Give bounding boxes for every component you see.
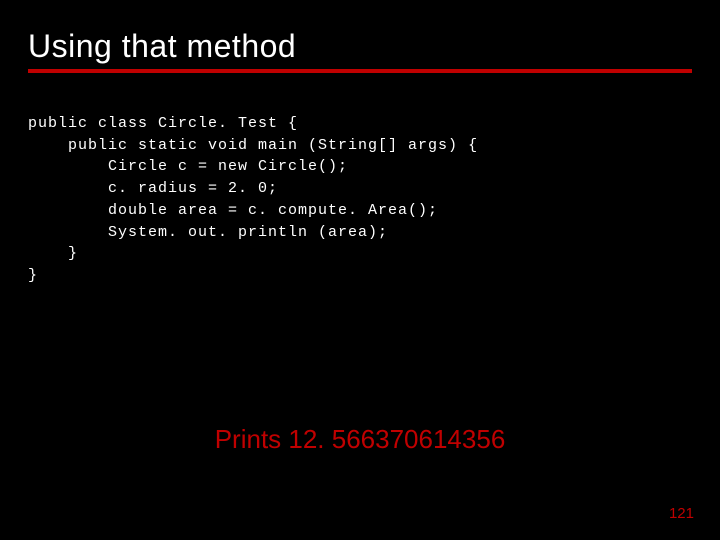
code-line: public class Circle. Test { [28,115,298,132]
code-line: Circle c = new Circle(); [28,158,348,175]
title-underline [28,69,692,73]
page-number: 121 [669,505,694,522]
output-text: Prints 12. 566370614356 [0,424,720,455]
slide: Using that method public class Circle. T… [0,0,720,540]
code-line: public static void main (String[] args) … [28,137,478,154]
code-block: public class Circle. Test { public stati… [28,91,692,309]
slide-title: Using that method [28,28,692,65]
code-line: System. out. println (area); [28,224,388,241]
code-line: } [28,267,38,284]
code-line: double area = c. compute. Area(); [28,202,438,219]
code-line: } [28,245,78,262]
code-line: c. radius = 2. 0; [28,180,278,197]
